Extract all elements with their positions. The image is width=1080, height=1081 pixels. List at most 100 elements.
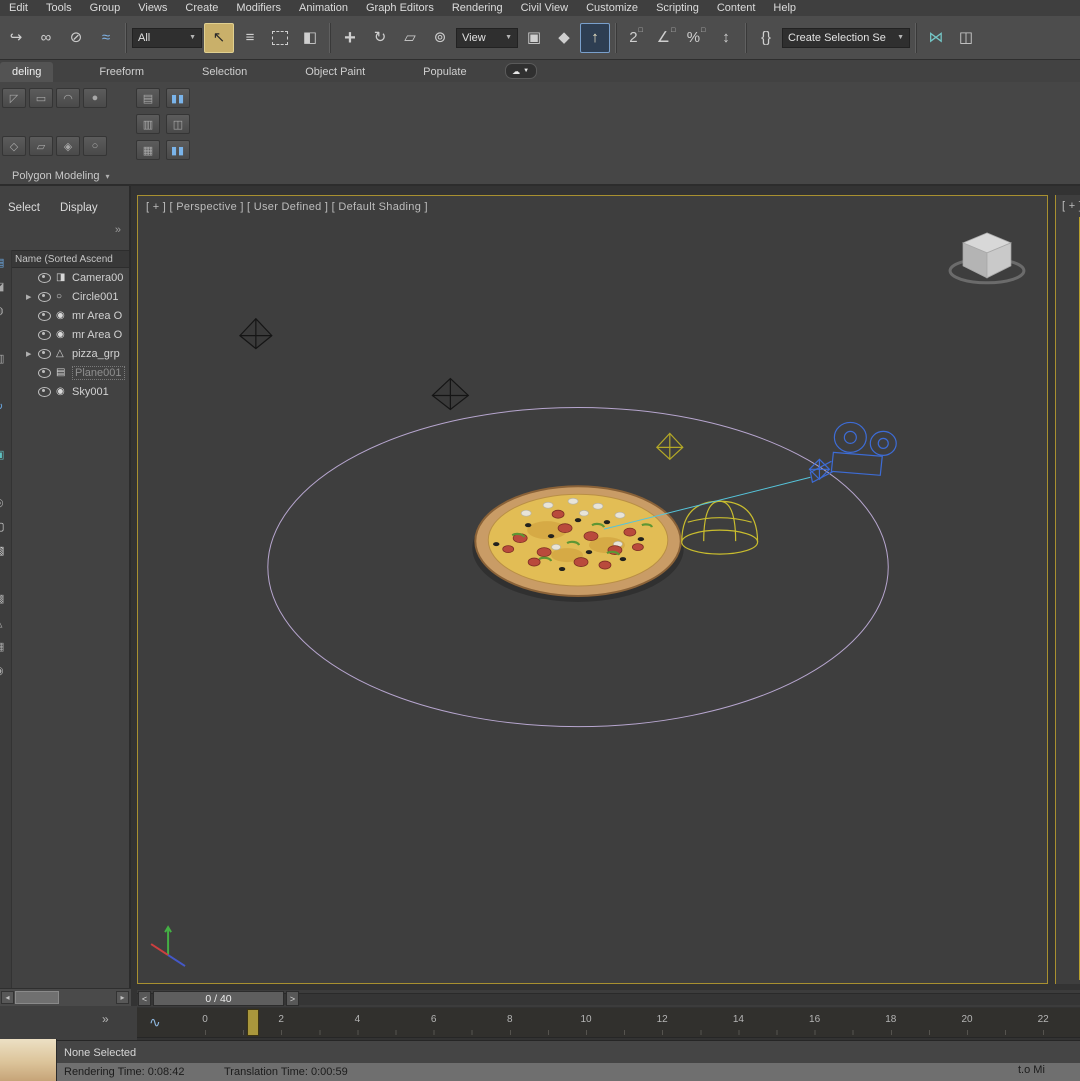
menu-customize[interactable]: Customize — [577, 1, 647, 15]
ribbon-button-4[interactable]: ● — [83, 88, 107, 108]
viewport-canvas[interactable] — [138, 196, 1047, 983]
skylight-dome[interactable] — [681, 500, 759, 555]
menu-scripting[interactable]: Scripting — [647, 1, 708, 15]
panel-label-row[interactable]: Polygon Modeling ▾ — [12, 170, 109, 182]
ribbon-mid-button-2[interactable]: ▥ — [136, 114, 160, 134]
secondary-viewport[interactable]: [ + ] — [1055, 195, 1080, 984]
next-frame-button[interactable]: > — [286, 991, 299, 1006]
reference-coordinate-dropdown[interactable]: View ▼ — [456, 27, 518, 48]
select-and-move-button[interactable]: + — [336, 24, 364, 52]
ribbon-mid-button-1[interactable]: ▤ — [136, 88, 160, 108]
ribbon-right-button-3[interactable]: ▮▮ — [166, 140, 190, 160]
explorer-toolbar-icon[interactable]: ▧ — [0, 538, 11, 562]
explorer-toolbar-icon[interactable]: ◐ — [0, 370, 11, 394]
use-pivot-center-button[interactable]: ▣ — [520, 24, 548, 52]
explorer-toolbar-icon[interactable]: ◍ — [0, 298, 11, 322]
menu-civil-view[interactable]: Civil View — [512, 1, 577, 15]
explorer-toolbar-icon[interactable]: ◉ — [0, 658, 11, 682]
menu-views[interactable]: Views — [129, 1, 176, 15]
ribbon-tab-freeform[interactable]: Freeform — [87, 62, 156, 82]
menu-create[interactable]: Create — [176, 1, 227, 15]
explorer-toolbar-icon[interactable]: ▣ — [0, 442, 11, 466]
expand-arrow-icon[interactable]: ▶ — [26, 350, 38, 358]
explorer-toolbar-icon[interactable]: ◎ — [0, 490, 11, 514]
ribbon-button-7[interactable]: ◈ — [56, 136, 80, 156]
visibility-eye-icon[interactable] — [38, 329, 51, 340]
visibility-eye-icon[interactable] — [38, 272, 51, 283]
explorer-menu-select[interactable]: Select — [8, 202, 40, 214]
time-slider[interactable]: < 0 / 40 > — [137, 990, 1080, 1007]
scene-object-row[interactable]: ▶ △ pizza_grp — [11, 344, 129, 363]
explorer-toolbar-icon[interactable]: ▦ — [0, 634, 11, 658]
scene-object-row[interactable]: ▤ Plane001 — [11, 363, 129, 382]
view-cube[interactable] — [948, 232, 1026, 285]
visibility-eye-icon[interactable] — [38, 367, 51, 378]
align-button[interactable]: ◫ — [952, 24, 980, 52]
select-by-name-button[interactable]: ≡ — [236, 24, 264, 52]
viewport-label[interactable]: [ + ] — [1062, 200, 1080, 212]
ribbon-button-5[interactable]: ◇ — [2, 136, 26, 156]
ribbon-tab-populate[interactable]: Populate — [411, 62, 478, 82]
menu-content[interactable]: Content — [708, 1, 765, 15]
explorer-menu-display[interactable]: Display — [60, 202, 98, 214]
scroll-right-arrow-icon[interactable]: ▸ — [116, 991, 129, 1004]
scrollbar-thumb[interactable] — [15, 991, 59, 1004]
keyboard-override-button[interactable]: ↑ — [580, 22, 610, 53]
selection-filter-dropdown[interactable]: All ▼ — [132, 27, 202, 48]
named-sets-dropdown[interactable]: Create Selection Se ▼ — [782, 27, 910, 48]
scene-object-row[interactable]: ◨ Camera00 — [11, 268, 129, 287]
overflow-chevron-icon[interactable]: » — [102, 1012, 109, 1026]
mirror-button[interactable]: ⋈ — [922, 24, 950, 52]
ribbon-button-6[interactable]: ▱ — [29, 136, 53, 156]
ribbon-mid-button-3[interactable]: ▦ — [136, 140, 160, 160]
light-gizmo[interactable] — [655, 432, 684, 461]
explorer-toolbar-icon[interactable]: ▤ — [0, 250, 11, 274]
select-and-scale-button[interactable]: ▱ — [396, 24, 424, 52]
overflow-chevron-icon[interactable]: » — [115, 224, 121, 236]
unlink-selection-button[interactable]: ⊘ — [62, 24, 90, 52]
explorer-toolbar-icon[interactable]: ◒ — [0, 418, 11, 442]
current-frame-marker[interactable] — [247, 1009, 259, 1036]
scene-object-row[interactable]: ▶ ○ Circle001 — [11, 287, 129, 306]
name-column-header[interactable]: Name (Sorted Ascend — [11, 250, 129, 268]
ribbon-button-2[interactable]: ▭ — [29, 88, 53, 108]
explorer-toolbar-icon[interactable]: ▥ — [0, 346, 11, 370]
explorer-toolbar-icon[interactable]: ● — [0, 466, 11, 490]
ribbon-button-3[interactable]: ◠ — [56, 88, 80, 108]
scene-object-row[interactable]: ◉ mr Area O — [11, 306, 129, 325]
ribbon-tab-object-paint[interactable]: Object Paint — [293, 62, 377, 82]
visibility-eye-icon[interactable] — [38, 386, 51, 397]
explorer-toolbar-icon[interactable]: ◬ — [0, 610, 11, 634]
edit-named-sets-button[interactable]: {} — [752, 24, 780, 52]
scroll-left-arrow-icon[interactable]: ◂ — [1, 991, 14, 1004]
explorer-toolbar-icon[interactable]: ◔ — [0, 322, 11, 346]
explorer-toolbar-icon[interactable]: ▢ — [0, 514, 11, 538]
visibility-eye-icon[interactable] — [38, 348, 51, 359]
track-bar[interactable]: ∿ 0 2 4 6 8 10 12 14 16 18 20 22 — [137, 1008, 1080, 1038]
trackbar-ruler[interactable]: 0 2 4 6 8 10 12 14 16 18 20 22 — [187, 1008, 1080, 1037]
window-crossing-button[interactable]: ◧ — [296, 24, 324, 52]
ribbon-right-button-1[interactable]: ▮▮ — [166, 88, 190, 108]
bind-to-spacewarp-button[interactable]: ≈ — [92, 24, 120, 52]
scene-object-row[interactable]: ◉ Sky001 — [11, 382, 129, 401]
explorer-toolbar-icon[interactable]: ▩ — [0, 586, 11, 610]
spinner-snap-button[interactable]: ↕ — [712, 24, 740, 52]
previous-frame-button[interactable]: < — [138, 991, 151, 1006]
expand-arrow-icon[interactable]: ▶ — [26, 293, 38, 301]
select-and-manipulate-button[interactable]: ◆ — [550, 24, 578, 52]
ribbon-tab-deling[interactable]: deling — [0, 62, 54, 82]
ribbon-right-button-2[interactable]: ◫ — [166, 114, 190, 134]
horizontal-scrollbar[interactable]: ◂ ▸ — [0, 988, 131, 1006]
menu-tools[interactable]: Tools — [37, 1, 81, 15]
ribbon-button-8[interactable]: ○ — [83, 136, 107, 156]
visibility-eye-icon[interactable] — [38, 291, 51, 302]
percent-snap-button[interactable]: % □ — [682, 24, 710, 52]
pizza-model[interactable] — [472, 485, 684, 602]
select-object-button[interactable]: ↖ — [204, 22, 234, 53]
select-and-rotate-button[interactable]: ↻ — [366, 24, 394, 52]
menu-group[interactable]: Group — [81, 1, 130, 15]
select-and-place-button[interactable]: ⊚ — [426, 24, 454, 52]
light-object[interactable] — [239, 317, 273, 350]
explorer-toolbar-icon[interactable]: ◊ — [0, 562, 11, 586]
redo-button[interactable]: ↪ — [2, 24, 30, 52]
